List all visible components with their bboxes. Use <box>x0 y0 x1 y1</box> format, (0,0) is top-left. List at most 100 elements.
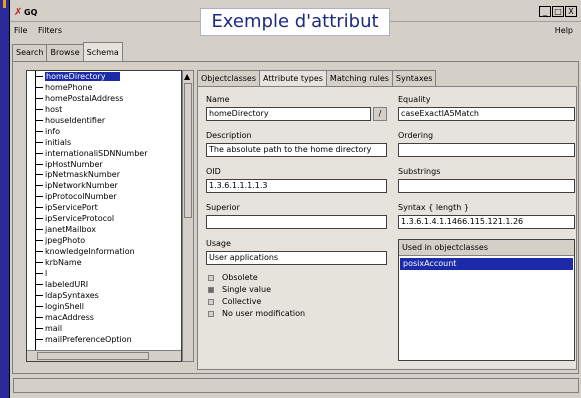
oid-label: OID <box>206 167 221 176</box>
menu-file[interactable]: File <box>14 26 27 35</box>
tree-item[interactable]: ipServiceProtocol <box>27 213 181 224</box>
oid-field[interactable]: 1.3.6.1.1.1.1.3 <box>206 179 387 193</box>
tree-item[interactable]: ipServicePort <box>27 202 181 213</box>
schema-panel: homeDirectory homePhone homePostalAddress h… <box>12 61 579 374</box>
menu-help[interactable]: Help <box>555 26 573 35</box>
tree-item[interactable]: homePhone <box>27 82 181 93</box>
detail-tabs: Objectclasses Attribute types Matching r… <box>197 70 437 86</box>
usage-field[interactable]: User applications <box>206 251 387 265</box>
tree-item[interactable]: initials <box>27 137 181 148</box>
gq-logo-icon: ✗ <box>14 7 23 18</box>
gq-window: ✗ GQ _ □ X File Filters Help Search Brow… <box>9 0 581 398</box>
tree-item-label: knowledgeInformation <box>45 247 135 256</box>
single-value-checkbox-box[interactable] <box>208 287 214 293</box>
tree-item[interactable]: homePostalAddress <box>27 93 181 104</box>
tab-browse[interactable]: Browse <box>46 44 84 61</box>
equality-label: Equality <box>398 95 431 104</box>
tree-item[interactable]: houseIdentifier <box>27 115 181 126</box>
obsolete-checkbox-box[interactable] <box>208 275 214 281</box>
tab-matching-rules[interactable]: Matching rules <box>325 70 393 86</box>
tree-item-label: host <box>45 104 63 114</box>
tree-vscroll-thumb[interactable] <box>184 83 192 218</box>
ordering-label: Ordering <box>398 131 434 140</box>
schema-tree[interactable]: homeDirectory homePhone homePostalAddress h… <box>26 70 182 362</box>
single-value-label: Single value <box>222 285 271 294</box>
tree-horizontal-scrollbar[interactable] <box>27 350 181 361</box>
tree-item-list: homeDirectory homePhone homePostalAddress h… <box>27 71 181 344</box>
minimize-button[interactable]: _ <box>539 6 551 17</box>
tree-item-label: ipNetworkNumber <box>45 181 118 191</box>
tree-item[interactable]: macAddress <box>27 312 181 323</box>
used-in-objectclasses-header: Used in objectclasses <box>399 240 574 256</box>
window-title: GQ <box>24 8 38 17</box>
syntax-label: Syntax { length } <box>398 203 469 212</box>
tab-attribute-types[interactable]: Attribute types <box>259 70 327 86</box>
tree-item[interactable]: labeledURI <box>27 279 181 290</box>
collective-checkbox-box[interactable] <box>208 299 214 305</box>
attribute-types-panel: Name homeDirectory / Description The abs… <box>197 86 577 370</box>
tree-item[interactable]: mailPreferenceOption <box>27 334 181 345</box>
slide-title: Exemple d'attribut <box>200 8 390 36</box>
tree-item[interactable]: info <box>27 126 181 137</box>
tree-item[interactable]: janetMailbox <box>27 224 181 235</box>
tab-syntaxes[interactable]: Syntaxes <box>391 70 437 86</box>
tree-item-label: initials <box>45 137 72 147</box>
name-label: Name <box>206 95 230 104</box>
tree-item[interactable]: knowledgeInformation <box>27 246 181 257</box>
tree-item-label: ipServicePort <box>45 203 98 213</box>
tree-item[interactable]: l <box>27 268 181 279</box>
tree-item[interactable]: internationaliSDNNumber <box>27 148 181 159</box>
tree-item[interactable]: loginShell <box>27 301 181 312</box>
tree-item-label: ipHostNumber <box>45 159 103 169</box>
menu-filters[interactable]: Filters <box>38 26 62 35</box>
tree-item[interactable]: ldapSyntaxes <box>27 290 181 301</box>
tree-item[interactable]: ipHostNumber <box>27 159 181 170</box>
tree-item-label: mailPreferenceOption <box>45 334 132 344</box>
tree-item-label: loginShell <box>45 301 85 311</box>
tree-item-label: macAddress <box>45 312 94 322</box>
window-controls: _ □ X <box>539 6 577 17</box>
used-in-objectclasses-list[interactable]: Used in objectclasses posixAccount <box>398 239 575 361</box>
tree-item[interactable]: krbName <box>27 257 181 268</box>
name-field[interactable]: homeDirectory <box>206 107 371 121</box>
description-label: Description <box>206 131 252 140</box>
tree-hscroll-thumb[interactable] <box>37 352 149 360</box>
tab-search[interactable]: Search <box>12 44 48 61</box>
collective-label: Collective <box>222 297 262 306</box>
tree-item[interactable]: host <box>27 104 181 115</box>
edit-icon: / <box>378 109 382 118</box>
superior-label: Superior <box>206 203 240 212</box>
tree-item[interactable]: homeDirectory <box>27 71 181 82</box>
tree-item-label: ldapSyntaxes <box>45 290 99 300</box>
description-field[interactable]: The absolute path to the home directory <box>206 143 387 157</box>
status-bar <box>13 378 579 393</box>
tree-vertical-scrollbar[interactable]: ▲ <box>182 70 194 362</box>
tree-item[interactable]: jpegPhoto <box>27 235 181 246</box>
maximize-button[interactable]: □ <box>552 6 564 17</box>
tree-item-label: krbName <box>45 257 82 267</box>
tree-item-label: mail <box>45 323 63 333</box>
tab-schema[interactable]: Schema <box>82 42 123 61</box>
syntax-field[interactable]: 1.3.6.1.4.1.1466.115.121.1.26 <box>398 215 575 229</box>
tree-item[interactable]: mail <box>27 323 181 334</box>
no-user-modification-checkbox-box[interactable] <box>208 311 214 317</box>
tree-item[interactable]: ipNetmaskNumber <box>27 169 181 180</box>
tab-objectclasses[interactable]: Objectclasses <box>197 70 261 86</box>
list-item[interactable]: posixAccount <box>400 258 573 270</box>
tree-item[interactable]: ipNetworkNumber <box>27 180 181 191</box>
tree-item-label: jpegPhoto <box>45 236 86 246</box>
substrings-field[interactable] <box>398 179 575 193</box>
tree-item[interactable]: ipProtocolNumber <box>27 191 181 202</box>
tree-item-label: houseIdentifier <box>45 115 106 125</box>
ordering-field[interactable] <box>398 143 575 157</box>
tree-item-label: homeDirectory <box>45 72 120 81</box>
superior-field[interactable] <box>206 215 387 229</box>
slide-bar-accent <box>3 0 6 8</box>
equality-field[interactable]: caseExactIA5Match <box>398 107 575 121</box>
tree-item-label: ipProtocolNumber <box>45 192 117 202</box>
close-button[interactable]: X <box>565 6 577 17</box>
tree-item-label: labeledURI <box>45 279 89 289</box>
edit-name-button[interactable]: / <box>373 107 387 121</box>
tree-item-label: l <box>45 268 48 278</box>
scroll-up-icon[interactable]: ▲ <box>184 72 190 81</box>
